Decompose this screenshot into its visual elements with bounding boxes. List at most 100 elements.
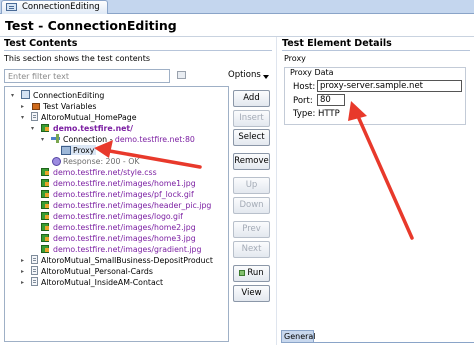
request-icon (41, 222, 50, 231)
host-field[interactable]: proxy-server.sample.net (317, 80, 462, 92)
tree-item-label: AltoroMutual_SmallBusiness-DepositProduc… (41, 256, 213, 265)
tree-item-label: demo.testfire.net/images/header_pic.jpg (53, 201, 212, 210)
request-icon (41, 200, 50, 209)
expand-icon[interactable]: ▸ (21, 278, 24, 288)
tree-item-label: demo.testfire.net/style.css (53, 168, 157, 177)
tree-item-label: AltoroMutual_Personal-Cards (41, 267, 153, 276)
editor-tab-bar: ConnectionEditing (0, 0, 474, 14)
remove-button[interactable]: Remove (233, 153, 270, 170)
select-button[interactable]: Select (233, 129, 270, 146)
section-divider (4, 50, 272, 51)
tree-item-page[interactable]: ▸ AltoroMutual_Personal-Cards (21, 266, 153, 276)
type-label: Type: (293, 109, 316, 119)
editor-header: Test - ConnectionEditing (0, 14, 474, 37)
tree-item-test-variables[interactable]: ▸ Test Variables (21, 101, 97, 111)
select-button-label: Select (238, 132, 265, 142)
expand-icon[interactable]: ▸ (21, 256, 24, 266)
tree-item-request[interactable]: demo.testfire.net/style.css (41, 167, 157, 177)
tree-item-label: demo.testfire.net/images/home3.jpg (53, 234, 196, 243)
tree-item-proxy[interactable]: Proxy (61, 145, 97, 155)
port-label: Port: (293, 96, 313, 106)
panel-divider (276, 37, 277, 345)
tree-item-label: ConnectionEditing (33, 91, 105, 100)
tab-label: ConnectionEditing (22, 2, 100, 12)
connection-icon (51, 134, 60, 143)
test-element-details-title[interactable]: Test Element Details (282, 38, 392, 49)
tab-general-label: General (284, 332, 316, 341)
insert-button-label: Insert (239, 113, 264, 123)
tree-item-request[interactable]: demo.testfire.net/images/home2.jpg (41, 222, 196, 232)
tree-item-homepage[interactable]: ▾ AltoroMutual_HomePage (21, 112, 137, 122)
run-button[interactable]: Run (233, 265, 270, 282)
request-icon (41, 178, 50, 187)
expand-icon[interactable]: ▸ (21, 267, 24, 277)
element-type-label: Proxy (284, 54, 306, 63)
clear-filter-icon[interactable] (175, 68, 187, 81)
proxy-data-label: Proxy Data (289, 68, 335, 77)
page-icon (31, 255, 38, 264)
request-icon (41, 189, 50, 198)
tab-general[interactable]: General (281, 330, 316, 343)
expand-icon[interactable]: ▸ (21, 102, 24, 112)
filter-placeholder: Enter filter text (8, 72, 69, 81)
collapse-icon[interactable]: ▾ (41, 135, 44, 145)
options-menu[interactable]: Options (228, 70, 261, 80)
tree-item-demo-host[interactable]: ▾ demo.testfire.net/ (31, 123, 133, 133)
tree-item-request[interactable]: demo.testfire.net/images/logo.gif (41, 211, 183, 221)
section-divider (282, 50, 470, 51)
tree-item-label: demo.testfire.net/images/logo.gif (53, 212, 183, 221)
prev-button-label: Prev (242, 224, 261, 234)
request-icon (41, 233, 50, 242)
down-button[interactable]: Down (233, 197, 270, 214)
tree-item-page[interactable]: ▸ AltoroMutual_InsideAM-Contact (21, 277, 164, 287)
connection-label: Connection - (63, 135, 115, 144)
collapse-icon[interactable]: ▾ (11, 91, 14, 101)
view-button[interactable]: View (233, 285, 270, 302)
add-button[interactable]: Add (233, 90, 270, 107)
chevron-down-icon[interactable] (263, 75, 269, 79)
tree-item-request[interactable]: demo.testfire.net/images/header_pic.jpg (41, 200, 211, 210)
tree-item-connection[interactable]: ▾ Connection - demo.testfire.net:80 (41, 134, 195, 144)
tree-item-request[interactable]: demo.testfire.net/images/home1.jpg (41, 178, 196, 188)
tree-item-label: demo.testfire.net/images/home2.jpg (53, 223, 196, 232)
filter-input[interactable]: Enter filter text (4, 69, 170, 83)
page-icon (31, 277, 38, 286)
up-button[interactable]: Up (233, 177, 270, 194)
collapse-icon[interactable]: ▾ (31, 124, 34, 134)
port-field[interactable]: 80 (317, 94, 345, 106)
collapse-icon[interactable]: ▾ (21, 113, 24, 123)
proxy-icon (61, 145, 71, 155)
tree-item-label: demo.testfire.net/images/gradient.jpg (53, 245, 202, 254)
test-contents-title[interactable]: Test Contents (4, 38, 77, 49)
prev-button[interactable]: Prev (233, 221, 270, 238)
tree-item-page[interactable]: ▸ AltoroMutual_SmallBusiness-DepositProd… (21, 255, 213, 265)
tree-item-request[interactable]: demo.testfire.net/images/pf_lock.gif (41, 189, 194, 199)
tab-connection-editing[interactable]: ConnectionEditing (1, 0, 108, 14)
tree-item-root[interactable]: ▾ ConnectionEditing (11, 90, 105, 100)
tree-item-request[interactable]: demo.testfire.net/images/gradient.jpg (41, 244, 201, 254)
tree-item-label: Test Variables (43, 102, 97, 111)
run-button-label: Run (247, 268, 264, 278)
up-button-label: Up (245, 180, 258, 190)
host-label: Host: (293, 82, 316, 92)
response-icon (51, 156, 61, 166)
test-contents-description: This section shows the test contents (4, 54, 151, 63)
request-icon (41, 123, 50, 132)
tree-item-request[interactable]: demo.testfire.net/images/home3.jpg (41, 233, 196, 243)
tree-item-label: AltoroMutual_HomePage (41, 113, 137, 122)
tree-item-label: demo.testfire.net/images/home1.jpg (53, 179, 196, 188)
insert-button[interactable]: Insert (233, 110, 270, 127)
request-icon (41, 167, 50, 176)
connection-host: demo.testfire.net:80 (114, 135, 195, 144)
variables-icon (31, 101, 40, 110)
port-value: 80 (320, 95, 331, 105)
tree-item-response[interactable]: Response: 200 - OK (51, 156, 139, 166)
tree-item-label: AltoroMutual_InsideAM-Contact (41, 278, 164, 287)
next-button[interactable]: Next (233, 241, 270, 258)
tree-item-label: demo.testfire.net/images/pf_lock.gif (53, 190, 194, 199)
tree-item-label: Response: 200 - OK (63, 157, 140, 166)
host-value: proxy-server.sample.net (320, 81, 424, 91)
next-button-label: Next (241, 244, 262, 254)
test-contents-tree[interactable]: ▾ ConnectionEditing ▸ Test Variables ▾ A… (4, 86, 229, 342)
request-icon (41, 244, 50, 253)
